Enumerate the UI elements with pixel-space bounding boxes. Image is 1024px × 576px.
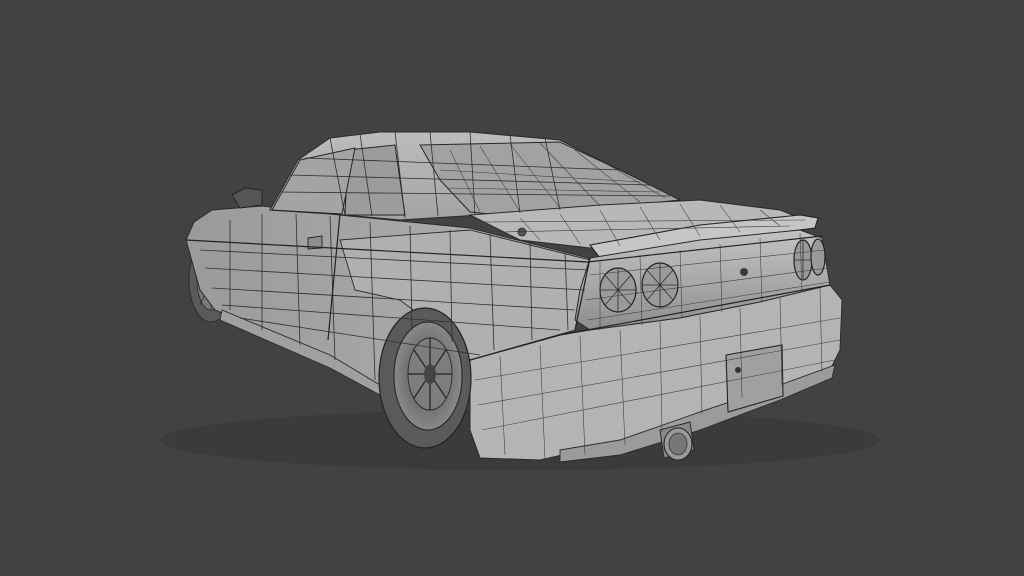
side-mirror xyxy=(231,187,263,209)
rear-badge xyxy=(740,268,748,276)
fuel-cap xyxy=(517,227,527,237)
car-wireframe-render xyxy=(160,131,880,470)
car-body xyxy=(185,131,843,463)
tail-lights-right xyxy=(793,238,826,281)
plate-bolt xyxy=(735,367,741,373)
rear-left-wheel xyxy=(378,307,472,449)
3d-viewport[interactable] xyxy=(0,0,1024,576)
